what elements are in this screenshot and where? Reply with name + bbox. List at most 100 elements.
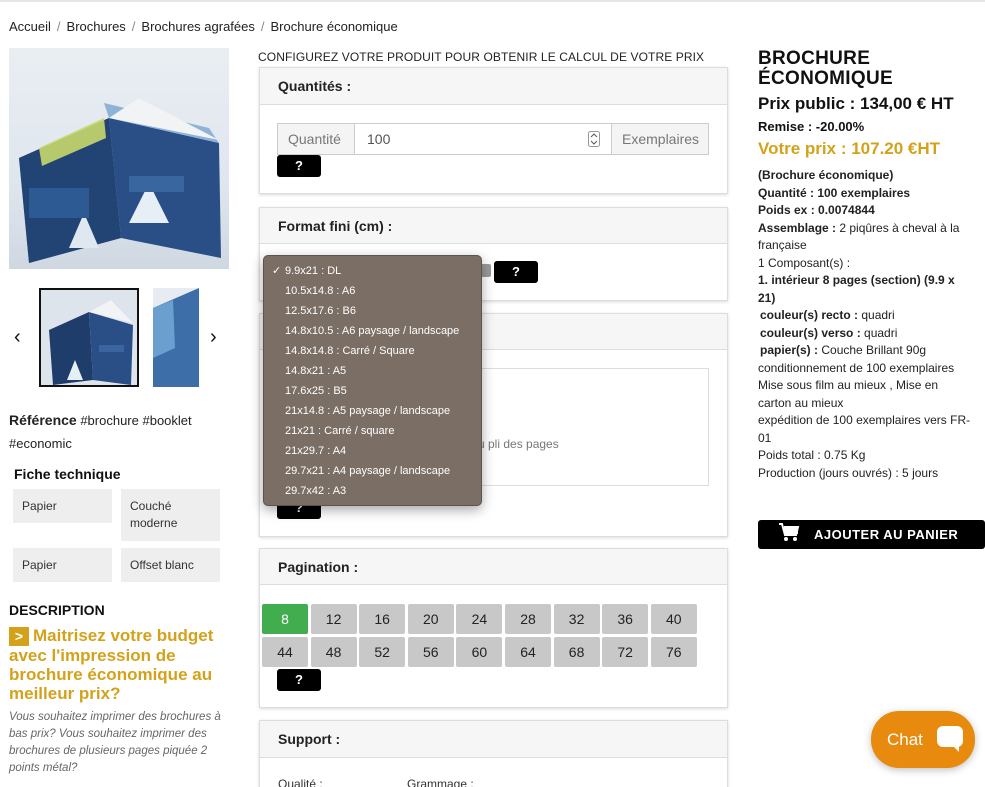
- format-option[interactable]: 29.7x42 : A3: [264, 481, 481, 501]
- add-to-cart-button[interactable]: AJOUTER AU PANIER: [758, 520, 985, 549]
- reference-block: Référence #brochure #booklet #economic: [9, 409, 224, 455]
- format-option[interactable]: 14.8x14.8 : Carré / Square: [264, 341, 481, 361]
- product-main-image[interactable]: [9, 48, 229, 269]
- format-option[interactable]: 21x21 : Carré / square: [264, 421, 481, 441]
- format-option[interactable]: 29.7x21 : A4 paysage / landscape: [264, 461, 481, 481]
- format-option[interactable]: 14.8x21 : A5: [264, 361, 481, 381]
- pagination-option-16[interactable]: 16: [359, 604, 406, 634]
- format-option-label: 14.8x10.5 : A6 paysage / landscape: [285, 325, 460, 337]
- fiche-technique-title: Fiche technique: [14, 466, 121, 482]
- summary-production: Production (jours ouvrés) : 5 jours: [758, 465, 939, 480]
- format-help-button[interactable]: ?: [494, 261, 538, 283]
- description-text: Vous souhaitez imprimer des brochures à …: [9, 711, 221, 774]
- support-title: Support :: [260, 721, 727, 758]
- format-dropdown[interactable]: ✓ 9.9x21 : DL 10.5x14.8 : A6 12.5x17.6 : B6…: [263, 255, 482, 506]
- summary-recto-value: quadri: [858, 308, 895, 322]
- breadcrumb-brochures-agrafees[interactable]: Brochures agrafées: [141, 19, 254, 34]
- stepper-icon[interactable]: [588, 131, 600, 147]
- breadcrumb-home[interactable]: Accueil: [9, 19, 51, 34]
- description-title: DESCRIPTION: [9, 602, 105, 618]
- breadcrumb-brochures[interactable]: Brochures: [67, 19, 126, 34]
- format-option-label: 21x21 : Carré / square: [285, 425, 395, 437]
- pagination-help-button[interactable]: ?: [277, 669, 321, 691]
- remise: Remise : -20.00%: [758, 119, 865, 134]
- summary-conditionnement: conditionnement de 100 exemplaires: [758, 360, 955, 375]
- format-option-label: 14.8x14.8 : Carré / Square: [285, 345, 415, 357]
- options-inner-box: [478, 368, 709, 486]
- quantite-help-button[interactable]: ?: [277, 155, 321, 177]
- pagination-option-20[interactable]: 20: [407, 604, 454, 634]
- summary-verso-value: quadri: [860, 325, 898, 340]
- order-summary: (Brochure économique) Quantité : 100 exe…: [758, 167, 972, 482]
- summary-assemblage: Assemblage : 2 piqûres à cheval à la fra…: [758, 220, 972, 255]
- pagination-option-60[interactable]: 60: [456, 637, 503, 667]
- pagination-option-32[interactable]: 32: [553, 604, 600, 634]
- format-option[interactable]: ✓ 9.9x21 : DL: [264, 261, 481, 281]
- format-option[interactable]: 21x14.8 : A5 paysage / landscape: [264, 401, 481, 421]
- support-qualite-label: Qualité :: [278, 777, 323, 787]
- format-option-label: 12.5x17.6 : B6: [285, 305, 356, 317]
- chat-bubble-icon: [937, 726, 963, 752]
- chat-button[interactable]: Chat: [871, 711, 975, 768]
- summary-verso: couleur(s) verso : quadri: [758, 325, 972, 343]
- summary-assemblage-label: Assemblage :: [758, 220, 837, 235]
- pagination-option-40[interactable]: 40: [650, 604, 697, 634]
- product-thumbnail-1[interactable]: [39, 288, 139, 387]
- description-marker-icon: >: [9, 627, 29, 646]
- pagination-option-76[interactable]: 76: [650, 637, 697, 667]
- fiche-label-2: Papier: [13, 548, 112, 582]
- check-icon: ✓: [272, 265, 282, 277]
- quantite-label: Quantité: [277, 123, 355, 155]
- summary-product: (Brochure économique): [758, 168, 894, 182]
- fiche-value-1: Couché moderne: [121, 489, 220, 541]
- pagination-option-44[interactable]: 44: [262, 637, 308, 667]
- pagination-option-68[interactable]: 68: [553, 637, 600, 667]
- thumb-next-arrow[interactable]: ›: [210, 326, 217, 349]
- pagination-option-24[interactable]: 24: [456, 604, 503, 634]
- format-option[interactable]: 21x29.7 : A4: [264, 441, 481, 461]
- format-option-label: 21x14.8 : A5 paysage / landscape: [285, 405, 451, 417]
- format-option[interactable]: 10.5x14.8 : A6: [264, 281, 481, 301]
- add-to-cart-label: AJOUTER AU PANIER: [814, 527, 959, 542]
- format-option-label: 10.5x14.8 : A6: [285, 285, 356, 297]
- summary-quantite: Quantité : 100 exemplaires: [758, 185, 911, 200]
- summary-composants: 1 Composant(s) :: [758, 255, 851, 270]
- thumb-prev-arrow[interactable]: ‹: [14, 326, 21, 349]
- format-title: Format fini (cm) :: [260, 208, 727, 244]
- fiche-label-1: Papier: [13, 489, 112, 523]
- summary-poids-ex: Poids ex : 0.0074844: [758, 203, 875, 217]
- quantites-title: Quantités :: [260, 68, 727, 105]
- pagination-option-56[interactable]: 56: [407, 637, 454, 667]
- pagination-option-64[interactable]: 64: [505, 637, 551, 667]
- quantite-value: 100: [367, 131, 391, 147]
- format-option[interactable]: 12.5x17.6 : B6: [264, 301, 481, 321]
- fiche-value-2: Offset blanc: [121, 548, 220, 582]
- summary-film: Mise sous film au mieux , Mise en carton…: [758, 378, 939, 410]
- config-title: CONFIGUREZ VOTRE PRODUIT POUR OBTENIR LE…: [258, 50, 705, 64]
- summary-recto: couleur(s) recto : quadri: [758, 307, 972, 325]
- format-option[interactable]: 14.8x10.5 : A6 paysage / landscape: [264, 321, 481, 341]
- summary-recto-label: couleur(s) recto :: [760, 308, 859, 322]
- pagination-option-36[interactable]: 36: [602, 604, 649, 634]
- summary-expedition: expédition de 100 exemplaires vers FR-01: [758, 413, 971, 445]
- format-option-label: 17.6x25 : B5: [285, 385, 347, 397]
- pagination-option-72[interactable]: 72: [602, 637, 649, 667]
- pagination-option-52[interactable]: 52: [359, 637, 406, 667]
- product-thumbnail-2[interactable]: [153, 288, 199, 387]
- votre-prix: Votre prix : 107.20 €HT: [758, 139, 941, 158]
- exemplaires-label: Exemplaires: [611, 123, 709, 155]
- format-option-label: 29.7x42 : A3: [285, 485, 347, 497]
- format-option-label: 29.7x21 : A4 paysage / landscape: [285, 465, 451, 477]
- cart-icon: [778, 522, 800, 547]
- pagination-option-28[interactable]: 28: [505, 604, 551, 634]
- quantite-input[interactable]: 100: [355, 123, 612, 155]
- pagination-option-8[interactable]: 8: [262, 604, 308, 634]
- summary-interieur: 1. intérieur 8 pages (section) (9.9 x 21…: [758, 273, 955, 305]
- support-grammage-label: Grammage :: [407, 777, 474, 787]
- pagination-option-48[interactable]: 48: [310, 637, 357, 667]
- pagination-option-12[interactable]: 12: [310, 604, 357, 634]
- description-heading-text: Maitrisez votre budget avec l'impression…: [9, 626, 214, 703]
- breadcrumb-current: Brochure économique: [270, 19, 398, 34]
- format-option[interactable]: 17.6x25 : B5: [264, 381, 481, 401]
- summary-poids-total: Poids total : 0.75 Kg: [758, 448, 866, 462]
